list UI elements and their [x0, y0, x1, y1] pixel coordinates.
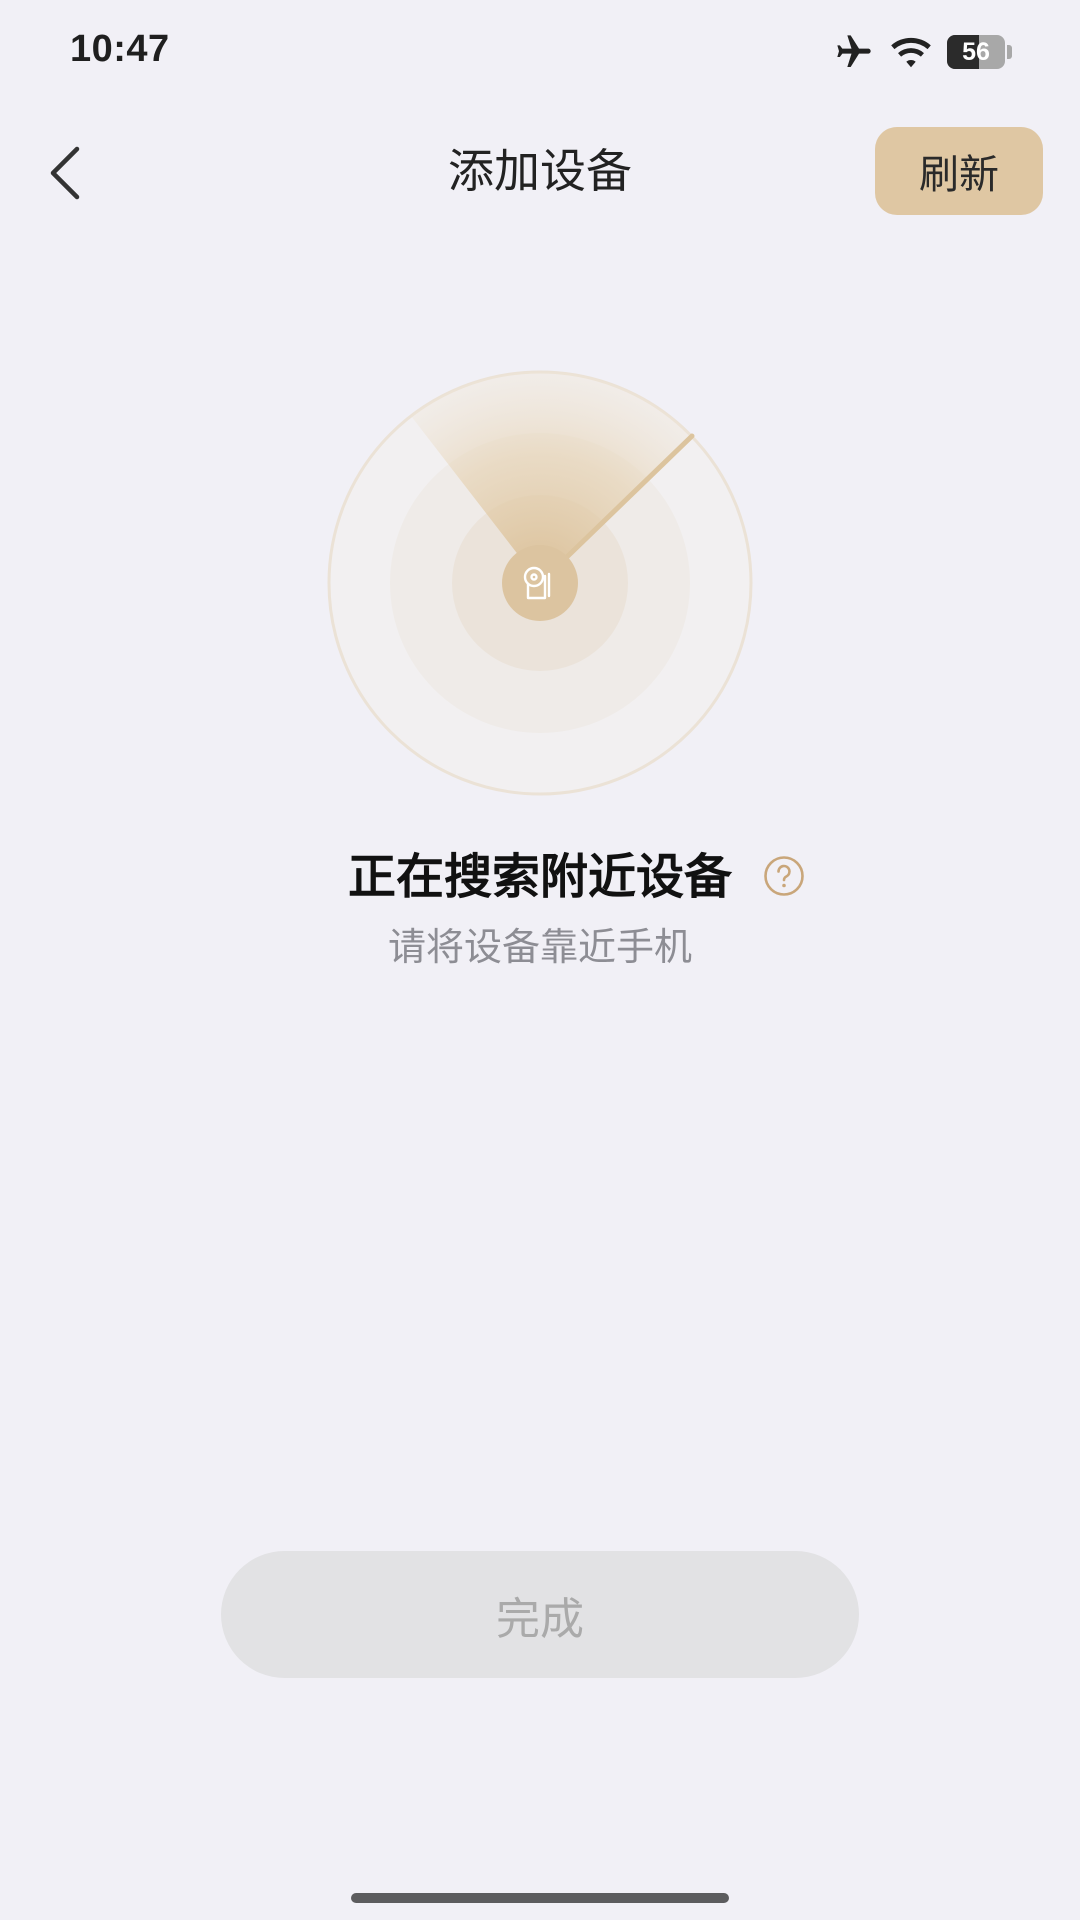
- battery-icon: 56: [947, 35, 1005, 69]
- refresh-button[interactable]: 刷新: [875, 127, 1043, 215]
- battery-cap: [1007, 45, 1012, 59]
- search-status-title: 正在搜索附近设备: [347, 849, 732, 905]
- search-hint: 请将设备靠近手机: [387, 925, 692, 969]
- status-icons: 56: [833, 32, 1012, 72]
- radar-animation: [327, 370, 753, 796]
- battery-level: 56: [962, 37, 990, 66]
- wifi-icon: [889, 34, 933, 70]
- home-indicator[interactable]: [351, 1893, 729, 1903]
- status-time: 10:47: [70, 28, 170, 70]
- search-status-row: 正在搜索附近设备: [0, 845, 1080, 909]
- airplane-icon: [833, 32, 875, 72]
- add-device-screen: 10:47 56 添加设备 刷新 正在搜索附近设备 请将设备靠近手机 完成: [0, 0, 1080, 1920]
- question-circle-icon[interactable]: [763, 855, 805, 897]
- done-button[interactable]: 完成: [221, 1551, 859, 1678]
